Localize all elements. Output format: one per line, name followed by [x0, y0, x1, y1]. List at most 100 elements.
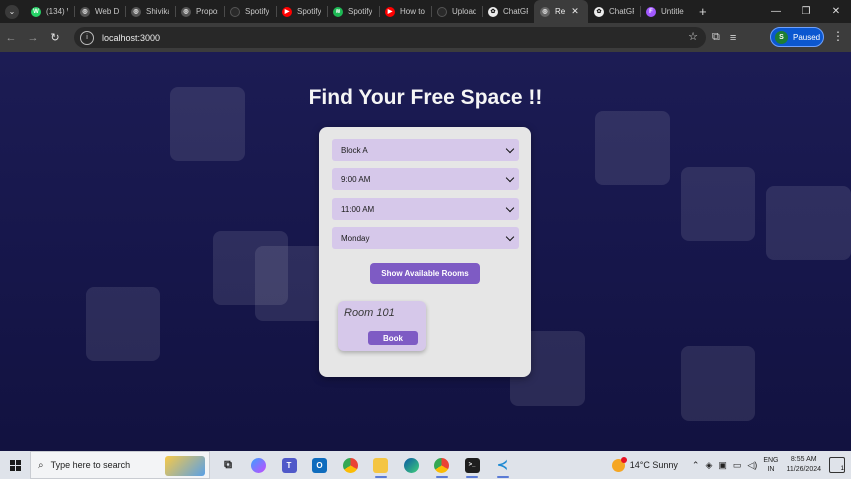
profile-button[interactable]: S Paused: [770, 27, 824, 47]
show-available-rooms-button[interactable]: Show Available Rooms: [370, 263, 480, 284]
chevron-down-icon: [505, 203, 515, 213]
file-explorer-icon[interactable]: [369, 451, 393, 479]
extensions-icon[interactable]: ⧉: [712, 31, 720, 44]
decorative-square: [595, 111, 670, 185]
tab-search-icon[interactable]: ⌄: [5, 4, 19, 19]
search-placeholder: Type here to search: [50, 460, 131, 470]
page-title: Find Your Free Space !!: [308, 86, 543, 109]
tab-title: Propos: [196, 7, 218, 16]
reload-icon[interactable]: ↻: [44, 27, 66, 49]
browser-tab[interactable]: ▶ Spotify: [276, 0, 327, 23]
language-indicator[interactable]: ENG IN: [763, 456, 778, 474]
browser-tab[interactable]: Upload: [431, 0, 482, 23]
browser-tab[interactable]: ✿ ChatGP: [482, 0, 534, 23]
address-bar[interactable]: i localhost:3000 ☆: [74, 27, 706, 48]
notification-count: 1: [840, 466, 844, 472]
globe-icon: ◎: [181, 6, 191, 17]
tab-title: Spotify: [348, 7, 373, 16]
tab-title: ChatGP: [503, 7, 528, 16]
weather-widget[interactable]: 14°C Sunny: [607, 456, 678, 472]
task-view-icon[interactable]: ⧉: [216, 451, 240, 479]
profile-status: Paused: [793, 32, 821, 42]
outlook-icon[interactable]: O: [308, 451, 332, 479]
chevron-down-icon: [505, 144, 515, 154]
tab-title: Spotify: [297, 7, 321, 16]
url-text: localhost:3000: [102, 32, 161, 43]
new-tab-icon[interactable]: +: [699, 4, 707, 19]
browser-tab[interactable]: ▶ How to: [379, 0, 431, 23]
end-time-select[interactable]: 11:00 AM: [332, 198, 519, 220]
display-icon[interactable]: ▣: [718, 460, 727, 471]
browser-tab[interactable]: ◎ Web D: [74, 0, 125, 23]
youtube-icon: ▶: [282, 6, 292, 17]
minimize-icon[interactable]: —: [761, 0, 791, 23]
spotify-icon: ≋: [333, 6, 343, 17]
close-window-icon[interactable]: ✕: [821, 0, 851, 23]
room-name: Room 101: [344, 307, 395, 319]
edge-icon[interactable]: [399, 451, 423, 479]
volume-icon[interactable]: ◁): [747, 460, 757, 471]
whatsapp-icon: W: [31, 6, 41, 17]
taskbar-search[interactable]: ⌕ Type here to search: [30, 451, 210, 479]
restore-icon[interactable]: ❐: [791, 0, 821, 23]
browser-tab[interactable]: F Untitle: [640, 0, 691, 23]
tab-title: Spotify: [245, 7, 270, 16]
loading-icon: [437, 6, 447, 17]
weather-sun-icon: [611, 456, 627, 472]
chevron-down-icon: [505, 232, 515, 242]
clock[interactable]: 8:55 AM 11/26/2024: [786, 455, 821, 475]
figma-icon: F: [646, 6, 656, 17]
bookmark-star-icon[interactable]: ☆: [688, 30, 698, 43]
browser-tab[interactable]: ✿ ChatGP: [588, 0, 640, 23]
browser-tab[interactable]: ≋ Spotify: [327, 0, 379, 23]
decorative-square: [681, 346, 755, 421]
tab-title: ChatGP: [609, 7, 634, 16]
browser-tab[interactable]: ◎ Shivika: [125, 0, 175, 23]
battery-icon[interactable]: ▭: [733, 460, 742, 471]
decorative-square: [681, 167, 755, 241]
chrome-profile-icon[interactable]: [430, 451, 454, 479]
browser-tab[interactable]: ◎ Propos: [175, 0, 224, 23]
weather-text: 14°C Sunny: [629, 460, 678, 470]
copilot-icon[interactable]: [247, 451, 271, 479]
forward-icon[interactable]: →: [22, 27, 44, 49]
window-controls: — ❐ ✕: [761, 0, 851, 23]
tray-chevron-icon[interactable]: ⌃: [692, 460, 700, 471]
network-icon[interactable]: ◈: [705, 460, 712, 471]
notification-icon[interactable]: 1: [829, 457, 845, 473]
vscode-icon[interactable]: ≺: [491, 451, 515, 479]
browser-tab[interactable]: ◎ Re ✕: [534, 0, 588, 23]
globe-icon: ◎: [540, 6, 550, 17]
tab-title: Upload: [452, 7, 476, 16]
toolbar-actions: ⧉ ≡: [712, 23, 746, 52]
browser-tab[interactable]: W (134) W: [25, 0, 74, 23]
search-highlight-image: [165, 456, 205, 476]
taskbar-apps: ⧉ T O >_ ≺: [216, 451, 521, 479]
tab-title: Shivika: [146, 7, 169, 16]
search-card: Block A 9:00 AM 11:00 AM Monday Show Ava…: [319, 127, 531, 377]
site-info-icon[interactable]: i: [80, 30, 94, 45]
book-button[interactable]: Book: [368, 331, 418, 345]
chrome-icon[interactable]: [338, 451, 362, 479]
browser-tab[interactable]: Spotify: [224, 0, 276, 23]
start-time-value: 9:00 AM: [341, 174, 371, 184]
browser-menu-icon[interactable]: ⋮: [832, 29, 844, 43]
day-value: Monday: [341, 233, 370, 243]
start-time-select[interactable]: 9:00 AM: [332, 168, 519, 190]
avatar: S: [775, 30, 788, 44]
start-button[interactable]: [4, 451, 26, 479]
terminal-icon[interactable]: >_: [460, 451, 484, 479]
back-icon[interactable]: ←: [0, 27, 22, 49]
day-select[interactable]: Monday: [332, 227, 519, 249]
reading-list-icon[interactable]: ≡: [730, 32, 736, 44]
clock-time: 8:55 AM: [790, 456, 817, 463]
windows-icon: [9, 459, 21, 471]
teams-icon[interactable]: T: [277, 451, 301, 479]
chatgpt-icon: ✿: [594, 6, 604, 17]
close-tab-icon[interactable]: ✕: [571, 6, 579, 17]
tab-list: W (134) W ◎ Web D ◎ Shivika ◎ Propos Spotify ▶ Spo…: [25, 0, 691, 23]
chatgpt-icon: ✿: [488, 6, 498, 17]
browser-toolbar: ← → ↻ i localhost:3000 ☆ ⧉ ≡ S Paused ⋮: [0, 23, 851, 52]
globe-icon: ◎: [131, 6, 141, 17]
block-select[interactable]: Block A: [332, 139, 519, 161]
